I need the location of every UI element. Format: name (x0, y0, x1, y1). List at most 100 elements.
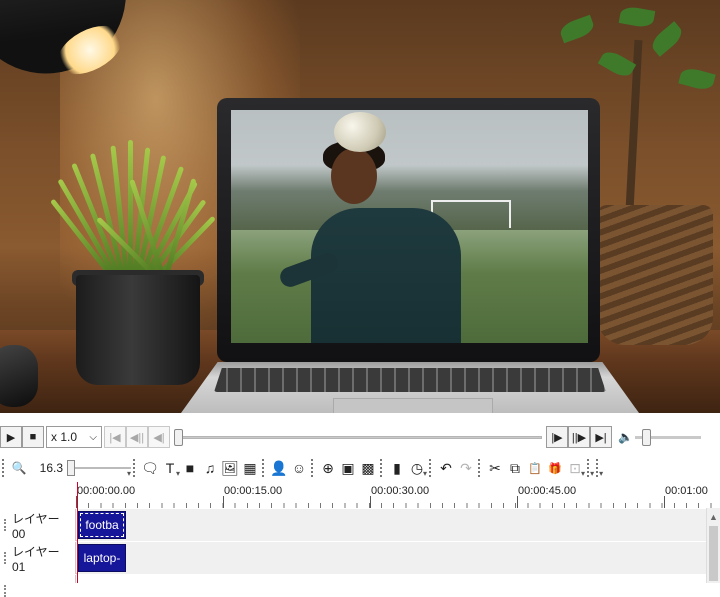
leaf (678, 65, 716, 93)
face-button[interactable]: ☺ (289, 457, 309, 479)
volume-thumb[interactable] (641, 429, 651, 446)
play-icon: ▶ (6, 431, 16, 444)
zoom-slider[interactable] (67, 457, 131, 479)
wicker-basket (597, 205, 713, 345)
toolbar-grip[interactable] (2, 459, 7, 477)
copy-button[interactable]: ⧉ (505, 457, 525, 479)
touchpad (333, 398, 493, 413)
mouse (0, 345, 38, 407)
scroll-thumb[interactable] (709, 526, 718, 581)
seek-thumb[interactable] (174, 429, 183, 446)
add-button[interactable]: ⊕ (318, 457, 338, 479)
next-button[interactable]: |▶ (546, 426, 568, 448)
clipboard-icon: 📋 (528, 462, 542, 475)
zoom-thumb[interactable] (67, 460, 75, 476)
picture-button[interactable]: ▣ (338, 457, 358, 479)
redo-icon: ↷ (460, 459, 472, 476)
zoom-track (67, 467, 131, 469)
keyboard (214, 368, 606, 392)
add-icon: ⊕ (322, 459, 334, 476)
layer-row (0, 575, 706, 597)
playback-bar: ▶ ■ x 1.0 ⌵ |◀ ◀|| ◀| |▶ ||▶ ▶| 🔈 (0, 425, 720, 449)
timeline-clip[interactable]: footba (78, 511, 126, 539)
frame-dropdown-icon[interactable]: ▾ (581, 469, 585, 478)
copy-icon: ⧉ (510, 459, 521, 476)
toolbar-grip[interactable] (311, 459, 316, 477)
toolbar-grip[interactable] (429, 459, 434, 477)
scroll-up-icon[interactable]: ▲ (707, 512, 720, 522)
magnifier-icon: 🔍 (11, 461, 27, 475)
picture-icon: ▣ (341, 459, 355, 476)
ruler-major-tick (223, 496, 224, 508)
subtitle-button[interactable]: 🗨 (140, 457, 160, 479)
layer-label[interactable]: レイヤー 01 (0, 542, 76, 574)
seek-slider[interactable] (174, 426, 542, 448)
person-button[interactable]: 👤 (269, 457, 289, 479)
toolbar-grip[interactable] (380, 459, 385, 477)
timeline-clip[interactable]: laptop- (78, 544, 126, 572)
clock-dropdown-icon[interactable]: ▾ (423, 469, 427, 478)
overflow-dropdown-icon[interactable]: ▾ (590, 469, 594, 478)
undo-icon: ↶ (440, 459, 452, 476)
leaf (648, 21, 686, 57)
time-ruler[interactable]: 00:00:00.00 00:00:15.00 00:00:30.00 00:0… (76, 482, 720, 508)
ruler-label: 00:00:45.00 (518, 485, 577, 497)
shapes-icon: ▦ (243, 459, 257, 476)
paste-button[interactable]: 📋 (525, 457, 545, 479)
cut-button[interactable]: ✂ (485, 457, 505, 479)
go-end-button[interactable]: ▶| (590, 426, 612, 448)
redo-button[interactable]: ↷ (456, 457, 476, 479)
stop-icon: ■ (29, 431, 37, 443)
volume-icon[interactable]: 🔈 (618, 430, 633, 444)
zoom-value: 16.3 (39, 461, 63, 475)
skip-end-icon: ▶| (595, 431, 607, 444)
speed-select[interactable]: x 1.0 ⌵ (46, 426, 102, 448)
text-icon: T (165, 460, 175, 476)
prev-frame-button[interactable]: ◀|| (126, 426, 148, 448)
undo-button[interactable]: ↶ (436, 457, 456, 479)
layer-label[interactable] (0, 575, 76, 597)
vertical-scrollbar[interactable]: ▲ (706, 508, 720, 583)
subtitle-icon: 🗨 (141, 459, 159, 476)
player-head (331, 148, 377, 204)
toolbar-grip[interactable] (262, 459, 267, 477)
layer-name: レイヤー 00 (12, 511, 60, 541)
chevron-down-icon: ⌵ (89, 431, 97, 443)
laptop-screen (231, 110, 588, 343)
scissors-icon: ✂ (489, 459, 501, 476)
video-button[interactable]: ■ (180, 457, 200, 479)
play-button[interactable]: ▶ (0, 426, 22, 448)
volume-slider[interactable] (634, 426, 701, 448)
ruler-label: 00:00:15.00 (224, 485, 283, 497)
overflow-dropdown-icon-2[interactable]: ▾ (599, 469, 603, 478)
ruler-label: 00:01:00 (665, 485, 708, 497)
playhead[interactable] (77, 482, 78, 583)
layer-track[interactable]: laptop- (77, 542, 706, 574)
step-back-icon: ◀| (153, 431, 165, 444)
mosaic-button[interactable]: ▩ (358, 457, 378, 479)
leaf (597, 47, 637, 81)
ruler-label: 00:00:00.00 (77, 485, 136, 497)
shapes-button[interactable]: ▦ (240, 457, 260, 479)
timeline: 00:00:00.00 00:00:15.00 00:00:30.00 00:0… (0, 482, 720, 597)
bookmark-button[interactable]: ▮ (387, 457, 407, 479)
skip-forward-icon: |▶ (551, 431, 563, 444)
audio-button[interactable]: ♫ (200, 457, 220, 479)
next-frame-button[interactable]: ||▶ (568, 426, 590, 448)
layer-label[interactable]: レイヤー 00 (0, 509, 76, 541)
go-start-button[interactable]: |◀ (104, 426, 126, 448)
player-body (311, 208, 461, 343)
toolbar-grip[interactable] (133, 459, 138, 477)
image-button[interactable]: 🖼 (220, 457, 240, 479)
stop-button[interactable]: ■ (22, 426, 44, 448)
clock-icon: ◷ (410, 459, 424, 476)
layer-track[interactable]: footba (77, 509, 706, 541)
video-camera-icon: ■ (185, 460, 195, 476)
toolbar-grip[interactable] (478, 459, 483, 477)
zoom-icon[interactable]: 🔍 (9, 457, 29, 479)
step-back-button[interactable]: ◀| (148, 426, 170, 448)
seek-track (174, 436, 542, 439)
mosaic-icon: ▩ (361, 459, 375, 476)
layer-name: レイヤー 01 (12, 544, 60, 574)
gift-button[interactable]: 🎁 (545, 457, 565, 479)
